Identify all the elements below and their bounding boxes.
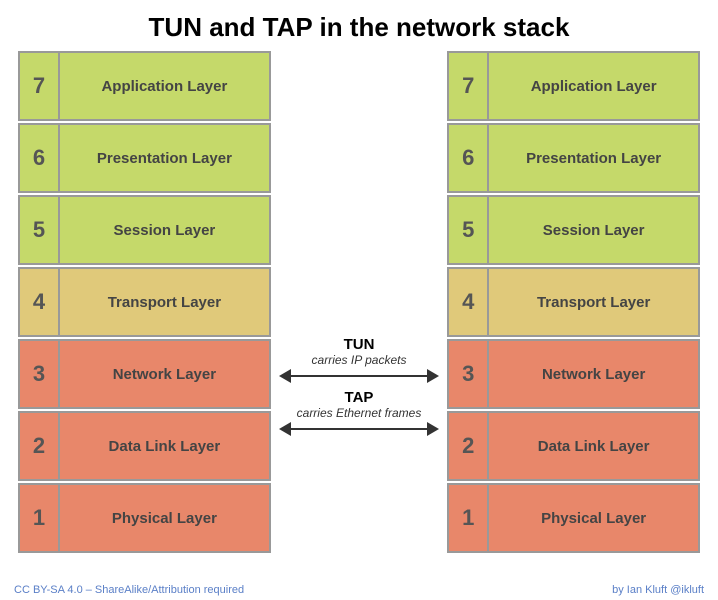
right-layer-5: 5 Session Layer xyxy=(447,195,700,265)
right-layer-name-2: Data Link Layer xyxy=(489,413,698,479)
right-layer-num-2: 2 xyxy=(449,413,489,479)
right-stack: 7 Application Layer 6 Presentation Layer… xyxy=(447,51,700,555)
left-layer-name-5: Session Layer xyxy=(60,197,269,263)
right-layer-2: 2 Data Link Layer xyxy=(447,411,700,481)
left-layer-num-3: 3 xyxy=(20,341,60,407)
tun-arrow-left xyxy=(279,369,291,383)
right-layer-name-1: Physical Layer xyxy=(489,485,698,551)
left-layer-num-4: 4 xyxy=(20,269,60,335)
tun-arrow-right xyxy=(427,369,439,383)
left-layer-name-1: Physical Layer xyxy=(60,485,269,551)
left-stack: 7 Application Layer 6 Presentation Layer… xyxy=(18,51,271,555)
left-layer-7: 7 Application Layer xyxy=(18,51,271,121)
tap-arrow-shaft xyxy=(291,428,427,430)
right-layer-4: 4 Transport Layer xyxy=(447,267,700,337)
left-layer-3: 3 Network Layer xyxy=(18,339,271,409)
left-layer-4: 4 Transport Layer xyxy=(18,267,271,337)
left-layer-name-2: Data Link Layer xyxy=(60,413,269,479)
right-layer-num-5: 5 xyxy=(449,197,489,263)
footer: CC BY-SA 4.0 – ShareAlike/Attribution re… xyxy=(0,584,718,596)
left-layer-2: 2 Data Link Layer xyxy=(18,411,271,481)
right-layer-name-3: Network Layer xyxy=(489,341,698,407)
right-layer-num-3: 3 xyxy=(449,341,489,407)
left-layer-name-6: Presentation Layer xyxy=(60,125,269,191)
tap-arrow xyxy=(279,422,439,436)
left-layer-name-3: Network Layer xyxy=(60,341,269,407)
stacks-wrapper: 7 Application Layer 6 Presentation Layer… xyxy=(10,51,708,555)
left-layer-num-7: 7 xyxy=(20,53,60,119)
left-layer-num-5: 5 xyxy=(20,197,60,263)
right-layer-6: 6 Presentation Layer xyxy=(447,123,700,193)
footer-left: CC BY-SA 4.0 – ShareAlike/Attribution re… xyxy=(14,584,244,596)
tap-arrow-right xyxy=(427,422,439,436)
right-layer-1: 1 Physical Layer xyxy=(447,483,700,553)
right-layer-7: 7 Application Layer xyxy=(447,51,700,121)
right-layer-name-4: Transport Layer xyxy=(489,269,698,335)
tap-sublabel: carries Ethernet frames xyxy=(297,406,422,420)
tun-sublabel: carries IP packets xyxy=(312,353,407,367)
left-layer-num-2: 2 xyxy=(20,413,60,479)
footer-right: by Ian Kluft @ikluft xyxy=(612,584,704,596)
right-layer-name-5: Session Layer xyxy=(489,197,698,263)
right-layer-num-4: 4 xyxy=(449,269,489,335)
page-title: TUN and TAP in the network stack xyxy=(10,0,708,51)
tun-block: TUN carries IP packets xyxy=(279,336,439,383)
right-layer-num-1: 1 xyxy=(449,485,489,551)
right-layer-name-7: Application Layer xyxy=(489,53,698,119)
middle-col: TUN carries IP packets TAP carries Ether… xyxy=(271,51,447,436)
left-layer-6: 6 Presentation Layer xyxy=(18,123,271,193)
right-layer-name-6: Presentation Layer xyxy=(489,125,698,191)
left-layer-num-1: 1 xyxy=(20,485,60,551)
tap-arrow-left xyxy=(279,422,291,436)
left-layer-name-4: Transport Layer xyxy=(60,269,269,335)
page: TUN and TAP in the network stack 7 Appli… xyxy=(0,0,718,600)
right-layer-num-6: 6 xyxy=(449,125,489,191)
left-layer-num-6: 6 xyxy=(20,125,60,191)
left-layer-1: 1 Physical Layer xyxy=(18,483,271,553)
tun-label: TUN xyxy=(344,336,375,353)
tap-block: TAP carries Ethernet frames xyxy=(279,389,439,436)
right-layer-num-7: 7 xyxy=(449,53,489,119)
tap-label: TAP xyxy=(345,389,374,406)
right-layer-3: 3 Network Layer xyxy=(447,339,700,409)
left-layer-5: 5 Session Layer xyxy=(18,195,271,265)
tun-arrow xyxy=(279,369,439,383)
tun-arrow-shaft xyxy=(291,375,427,377)
left-layer-name-7: Application Layer xyxy=(60,53,269,119)
